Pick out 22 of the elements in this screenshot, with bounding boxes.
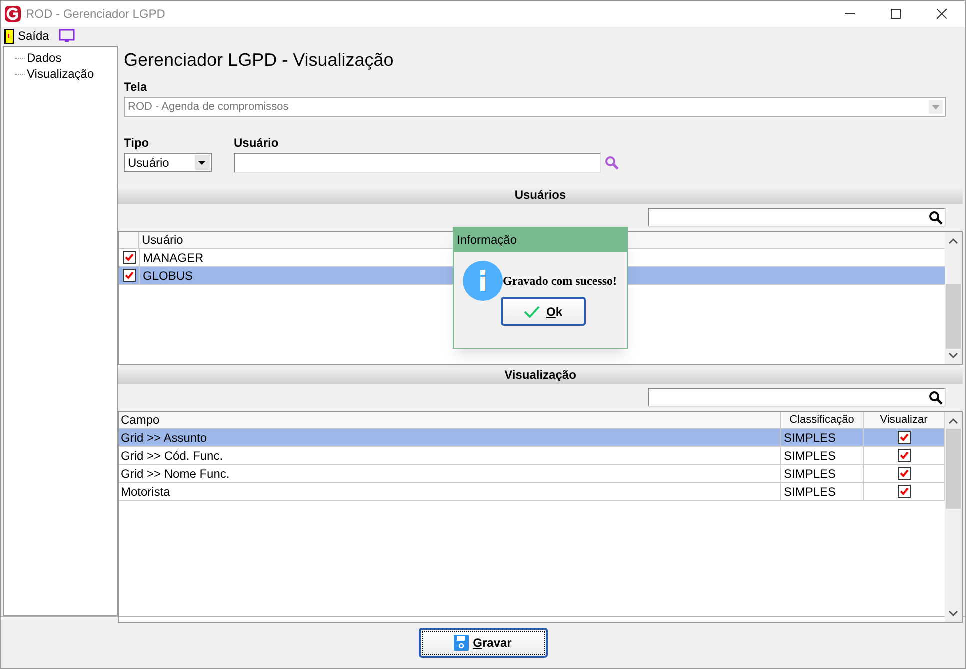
section-header: Usuários — [118, 186, 963, 204]
table-cell: GLOBUS — [139, 267, 194, 284]
table-cell: Motorista — [119, 483, 781, 500]
dialog-title: Informação — [454, 228, 627, 252]
table-cell: SIMPLES — [781, 465, 864, 482]
window-title: ROD - Gerenciador LGPD — [26, 6, 166, 23]
field-label: Tipo — [124, 135, 150, 152]
table-cell: SIMPLES — [781, 447, 864, 464]
table-cell: Grid >> Cód. Func. — [119, 447, 781, 464]
dialog-message: Gravado com sucesso! — [503, 273, 617, 290]
table-cell: Grid >> Assunto — [119, 429, 781, 446]
table-cell: MANAGER — [139, 249, 204, 266]
table-cell: Grid >> Nome Func. — [119, 465, 781, 482]
column-header: Usuário — [141, 232, 184, 248]
page-heading: Gerenciador LGPD - Visualização — [124, 49, 395, 72]
field-label: Usuário — [234, 135, 280, 152]
table-cell: SIMPLES — [781, 483, 864, 500]
table-cell: SIMPLES — [781, 429, 864, 446]
column-header: Campo — [119, 412, 781, 428]
column-header: Classificação — [781, 412, 864, 428]
field-label: Tela — [124, 79, 148, 96]
section-header: Visualização — [118, 366, 963, 384]
